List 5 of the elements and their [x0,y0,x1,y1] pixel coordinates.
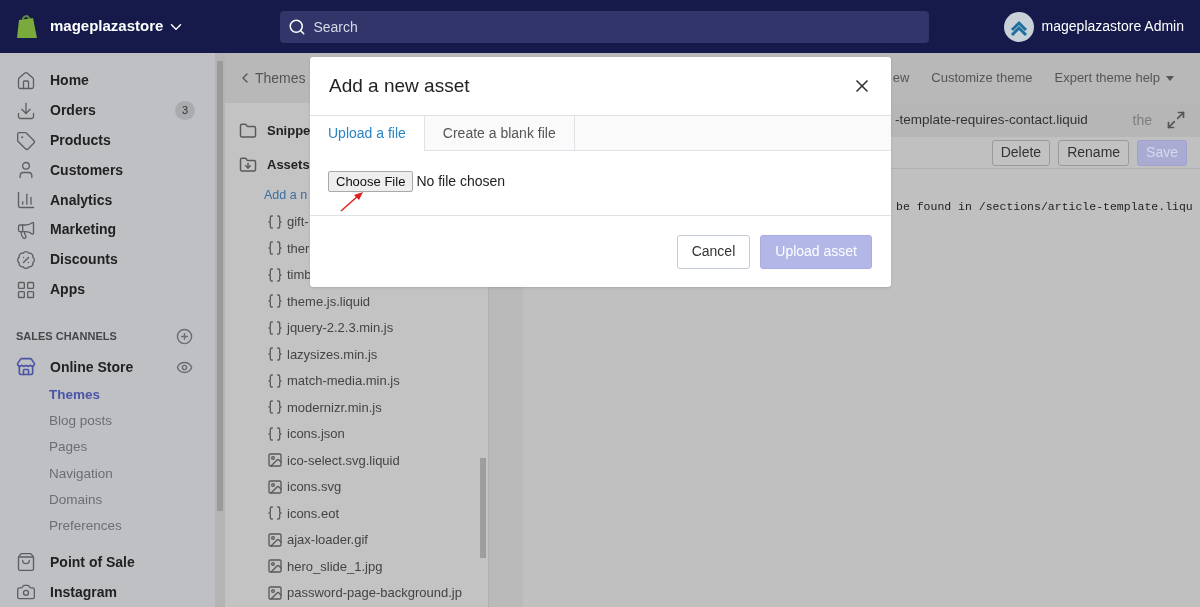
count-badge: 3 [174,101,195,120]
code-line: be found in /sections/article-template.liqu [895,199,1194,215]
section-heading: SALES CHANNELS [16,329,118,345]
file-status: No file chosen [416,172,506,191]
dialog-title: Add a new asset [329,73,471,98]
